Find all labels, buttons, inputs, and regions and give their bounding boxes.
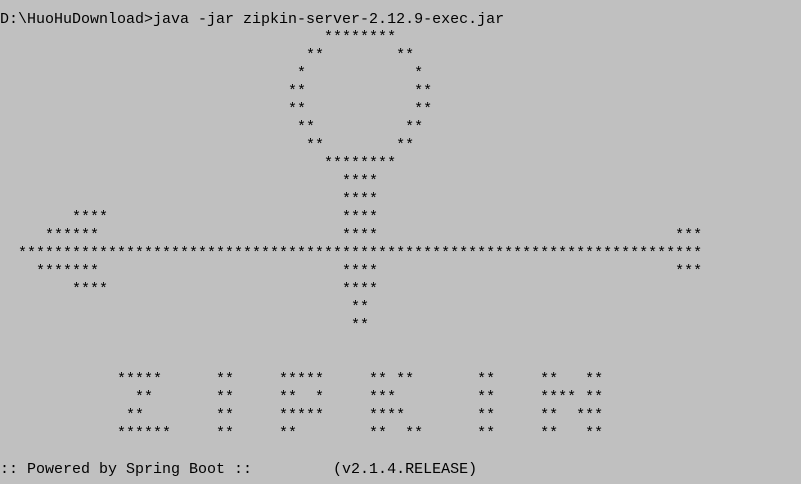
banner-line-20: ***** ** ***** ** ** ** ** ** [0,371,604,388]
banner-line-22: ** ** ***** **** ** ** *** [0,407,604,424]
banner-line-23: ****** ** ** ** ** ** ** ** [0,425,604,442]
banner-line-4: ** ** [0,83,433,100]
command-line: D:\HuoHuDownload>java -jar zipkin-server… [0,11,505,28]
banner-line-10: **** [0,191,379,208]
banner-line-3: * * [0,65,424,82]
banner-line-1: ******** [0,29,397,46]
banner-line-9: **** [0,173,379,190]
banner-line-5: ** ** [0,101,433,118]
banner-line-14: ******* **** *** [0,263,703,280]
banner-line-15: **** **** [0,281,379,298]
banner-line-17: ** [0,317,370,334]
banner-line-8: ******** [0,155,397,172]
spring-boot-version-line: :: Powered by Spring Boot :: (v2.1.4.REL… [0,461,478,478]
banner-line-13: ****************************************… [0,245,703,262]
banner-line-7: ** ** [0,137,415,154]
banner-line-2: ** ** [0,47,415,64]
banner-line-11: **** **** [0,209,379,226]
banner-line-16: ** [0,299,370,316]
console-window: D:\HuoHuDownload>java -jar zipkin-server… [0,0,801,484]
banner-line-6: ** ** [0,119,424,136]
banner-line-21: ** ** ** * *** ** **** ** [0,389,604,406]
banner-line-12: ****** **** *** [0,227,703,244]
